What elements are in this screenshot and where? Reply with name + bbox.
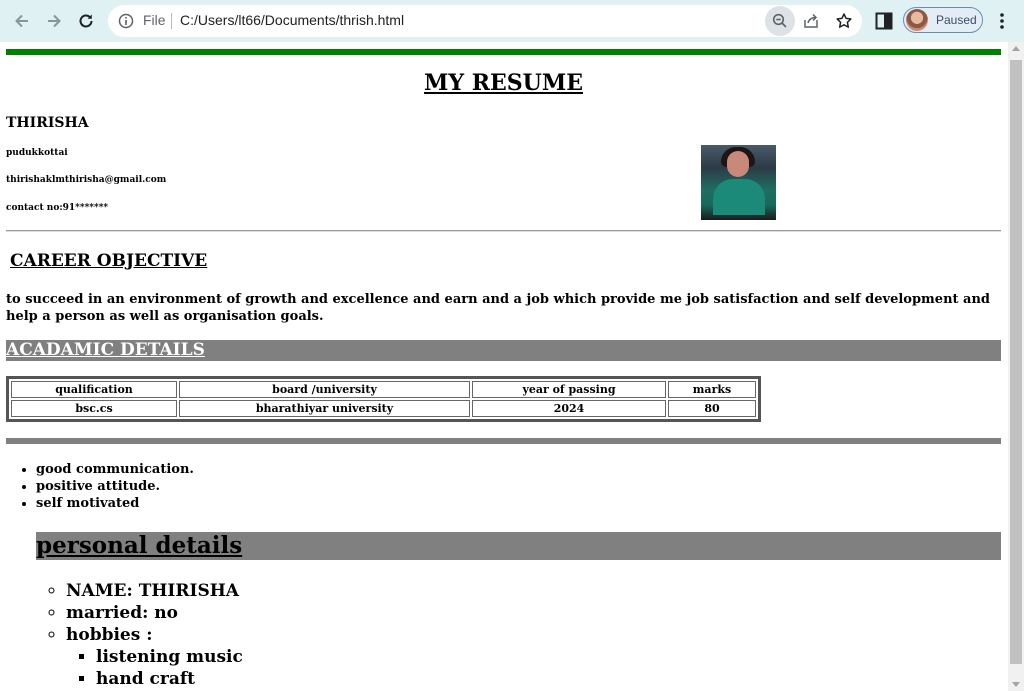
profile-photo: [701, 145, 776, 220]
more-menu-icon[interactable]: [995, 11, 1009, 31]
browser-toolbar: File C:/Users/lt66/Documents/thrish.html…: [0, 0, 1024, 42]
table-header-cell: board /university: [179, 381, 470, 398]
academic-table: qualification board /university year of …: [6, 376, 761, 422]
url-text[interactable]: C:/Users/lt66/Documents/thrish.html: [180, 12, 404, 28]
file-scheme-label: File: [143, 12, 166, 28]
forward-button[interactable]: [39, 6, 69, 36]
career-objective-heading: CAREER OBJECTIVE: [10, 251, 208, 271]
profile-button[interactable]: Paused: [903, 7, 983, 33]
list-item: listening music: [96, 646, 243, 668]
page-title: MY RESUME: [424, 70, 583, 96]
scroll-down-arrow-icon[interactable]: [1012, 682, 1020, 687]
academic-heading-bar: ACADAMIC DETAILS: [6, 340, 1001, 361]
green-divider: [6, 49, 1001, 55]
side-panel-icon[interactable]: [875, 12, 893, 30]
hobbies-list: listening music hand craft: [66, 646, 243, 690]
scroll-thumb[interactable]: [1010, 60, 1022, 664]
personal-details-list: NAME: THIRISHA married: no hobbies : lis…: [36, 580, 243, 690]
zoom-out-icon: [772, 13, 787, 28]
table-header-cell: marks: [668, 381, 756, 398]
table-header-row: qualification board /university year of …: [11, 381, 756, 398]
list-item: positive attitude.: [36, 478, 194, 495]
horizontal-rule: [6, 230, 1001, 232]
location-text: pudukkottai: [6, 148, 68, 158]
avatar: [906, 9, 928, 31]
list-item: good communication.: [36, 461, 194, 478]
vertical-scrollbar[interactable]: [1008, 42, 1024, 691]
skills-list: good communication. positive attitude. s…: [0, 461, 194, 512]
personal-details-heading-bar: personal details: [36, 532, 1001, 560]
omnibox-divider: [171, 13, 172, 29]
personal-details-heading: personal details: [36, 532, 243, 559]
back-arrow-icon: [15, 14, 28, 28]
list-item: hobbies : listening music hand craft: [66, 624, 243, 690]
reload-button[interactable]: [71, 6, 101, 36]
address-bar[interactable]: File C:/Users/lt66/Documents/thrish.html: [108, 5, 862, 37]
table-cell: bharathiyar university: [179, 400, 470, 417]
career-objective-text: to succeed in an environment of growth a…: [6, 292, 991, 324]
share-icon[interactable]: [802, 12, 820, 30]
back-button[interactable]: [7, 6, 37, 36]
list-item: self motivated: [36, 495, 194, 512]
table-cell: bsc.cs: [11, 400, 177, 417]
table-header-cell: qualification: [11, 381, 177, 398]
zoom-button[interactable]: [765, 6, 795, 36]
academic-heading: ACADAMIC DETAILS: [6, 340, 205, 360]
hobbies-label: hobbies :: [66, 625, 153, 645]
table-row: bsc.cs bharathiyar university 2024 80: [11, 400, 756, 417]
table-cell: 2024: [472, 400, 666, 417]
list-item: married: no: [66, 602, 243, 624]
list-item: NAME: THIRISHA: [66, 580, 243, 602]
table-cell: 80: [668, 400, 756, 417]
list-item: hand craft: [96, 668, 243, 690]
email-text: thirishaklmthirisha@gmail.com: [6, 175, 167, 185]
candidate-name: THIRISHA: [6, 115, 89, 131]
page-content: MY RESUME THIRISHA pudukkottai thirishak…: [0, 42, 1008, 691]
profile-status: Paused: [936, 13, 977, 27]
grey-divider: [6, 438, 1001, 444]
bookmark-star-icon[interactable]: [835, 12, 853, 30]
forward-arrow-icon: [48, 14, 61, 28]
contact-text: contact no:91*******: [6, 203, 109, 213]
info-icon[interactable]: [118, 13, 134, 29]
reload-icon: [79, 14, 93, 28]
table-header-cell: year of passing: [472, 381, 666, 398]
scroll-up-arrow-icon[interactable]: [1012, 46, 1020, 51]
